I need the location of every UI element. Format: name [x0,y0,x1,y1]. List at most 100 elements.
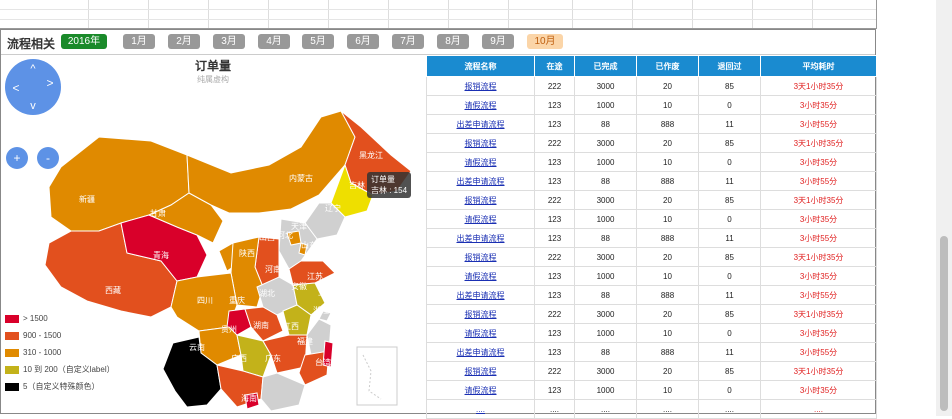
label-sichuan: 四川 [197,296,213,305]
label-tibet: 西藏 [105,285,121,295]
label-shanxi: 山西 [259,232,275,242]
returned-cell: 85 [698,133,761,153]
col-header-voided[interactable]: 已作废 [636,55,699,77]
returned-cell: 11 [698,171,761,191]
process-name-cell[interactable]: 报销流程 [426,76,535,96]
legend-swatch [5,382,19,391]
process-name-cell[interactable]: 请假流程 [426,209,535,229]
avgtime-cell: 3小时55分 [760,114,877,134]
scrollbar-thumb[interactable] [940,236,948,411]
month-button-7[interactable]: 7月 [392,34,424,49]
avgtime-cell: 3天1小时35分 [760,133,877,153]
process-link[interactable]: 报销流程 [465,367,497,376]
pan-up-button[interactable]: ^ [30,63,36,75]
process-link[interactable]: 请假流程 [465,158,497,167]
table-row: 出差申请流程 123 88 888 11 3小时55分 [426,228,877,248]
col-header-inprogress[interactable]: 在途 [534,55,575,77]
process-link[interactable]: .... [476,405,485,414]
process-link[interactable]: 请假流程 [465,215,497,224]
month-button-5[interactable]: 5月 [302,34,334,49]
voided-cell: 888 [636,114,699,134]
month-button-9[interactable]: 9月 [482,34,514,49]
year-button[interactable]: 2016年 [61,34,107,49]
label-zhejiang: 浙江 [313,305,329,315]
month-button-10[interactable]: 10月 [527,34,563,49]
returned-cell: 0 [698,380,761,400]
inprogress-cell: 123 [534,228,575,248]
process-name-cell[interactable]: 请假流程 [426,95,535,115]
process-name-cell[interactable]: 请假流程 [426,380,535,400]
completed-cell: 3000 [574,304,637,324]
completed-cell: 1000 [574,380,637,400]
table-row: 请假流程 123 1000 10 0 3小时35分 [426,152,877,172]
avgtime-cell: 3小时35分 [760,323,877,343]
process-link[interactable]: 出差申请流程 [457,177,505,186]
month-button-8[interactable]: 8月 [437,34,469,49]
process-link[interactable]: 出差申请流程 [457,120,505,129]
process-link[interactable]: 请假流程 [465,101,497,110]
process-name-cell[interactable]: 报销流程 [426,304,535,324]
process-link[interactable]: 出差申请流程 [457,234,505,243]
completed-cell: 1000 [574,152,637,172]
process-name-cell[interactable]: 出差申请流程 [426,228,535,248]
pan-left-button[interactable]: < [12,81,19,95]
province-guangdong[interactable] [260,372,306,412]
process-link[interactable]: 出差申请流程 [457,348,505,357]
col-header-completed[interactable]: 已完成 [574,55,637,77]
table-row: 报销流程 222 3000 20 85 3天1小时35分 [426,133,877,153]
label-henan: 河南 [265,264,281,274]
process-link[interactable]: 报销流程 [465,139,497,148]
process-link[interactable]: 报销流程 [465,310,497,319]
avgtime-cell: 3天1小时35分 [760,304,877,324]
legend-swatch [5,348,19,357]
process-name-cell[interactable]: 请假流程 [426,152,535,172]
process-name-cell[interactable]: 出差申请流程 [426,285,535,305]
month-button-6[interactable]: 6月 [347,34,379,49]
legend-item[interactable]: 5（自定义特殊颜色） [5,378,115,395]
zoom-out-button[interactable]: - [37,147,59,169]
process-name-cell[interactable]: 出差申请流程 [426,171,535,191]
process-name-cell[interactable]: 报销流程 [426,133,535,153]
process-link[interactable]: 报销流程 [465,82,497,91]
label-fujian: 福建 [297,336,313,346]
process-name-cell[interactable]: 请假流程 [426,266,535,286]
province-innermongolia[interactable] [186,110,356,214]
process-link[interactable]: 请假流程 [465,272,497,281]
month-button-2[interactable]: 2月 [168,34,200,49]
col-header-returned[interactable]: 退回过 [698,55,761,77]
process-name-cell[interactable]: 报销流程 [426,247,535,267]
process-name-cell[interactable]: 请假流程 [426,323,535,343]
voided-cell: 20 [636,247,699,267]
zoom-in-button[interactable]: + [6,147,28,169]
process-name-cell[interactable]: 报销流程 [426,361,535,381]
voided-cell: 10 [636,380,699,400]
table-header-row: 流程名称 在途 已完成 已作废 退回过 平均耗时 [426,55,877,77]
roam-controller[interactable]: ^ v < > [5,59,61,115]
pan-right-button[interactable]: > [46,76,53,90]
process-name-cell[interactable]: 出差申请流程 [426,342,535,362]
process-link[interactable]: 报销流程 [465,253,497,262]
spreadsheet-grid [0,0,877,29]
col-header-name[interactable]: 流程名称 [426,55,535,77]
returned-cell: 85 [698,361,761,381]
process-name-cell[interactable]: 报销流程 [426,190,535,210]
completed-cell: 3000 [574,190,637,210]
legend-item[interactable]: 310 - 1000 [5,344,115,361]
vertical-scrollbar[interactable] [936,0,952,416]
process-link[interactable]: 出差申请流程 [457,291,505,300]
process-link[interactable]: 报销流程 [465,196,497,205]
month-button-1[interactable]: 1月 [123,34,155,49]
legend-item[interactable]: 10 到 200（自定义label） [5,361,115,378]
returned-cell: 0 [698,95,761,115]
month-button-3[interactable]: 3月 [213,34,245,49]
month-button-4[interactable]: 4月 [258,34,290,49]
process-name-cell[interactable]: 出差申请流程 [426,114,535,134]
process-link[interactable]: 请假流程 [465,386,497,395]
completed-cell: 88 [574,228,637,248]
legend-item[interactable]: 900 - 1500 [5,327,115,344]
legend-item[interactable]: > 1500 [5,310,115,327]
col-header-avgtime[interactable]: 平均耗时 [760,55,877,77]
process-link[interactable]: 请假流程 [465,329,497,338]
pan-down-button[interactable]: v [30,100,36,112]
label-taiwan: 台湾 [315,357,331,367]
